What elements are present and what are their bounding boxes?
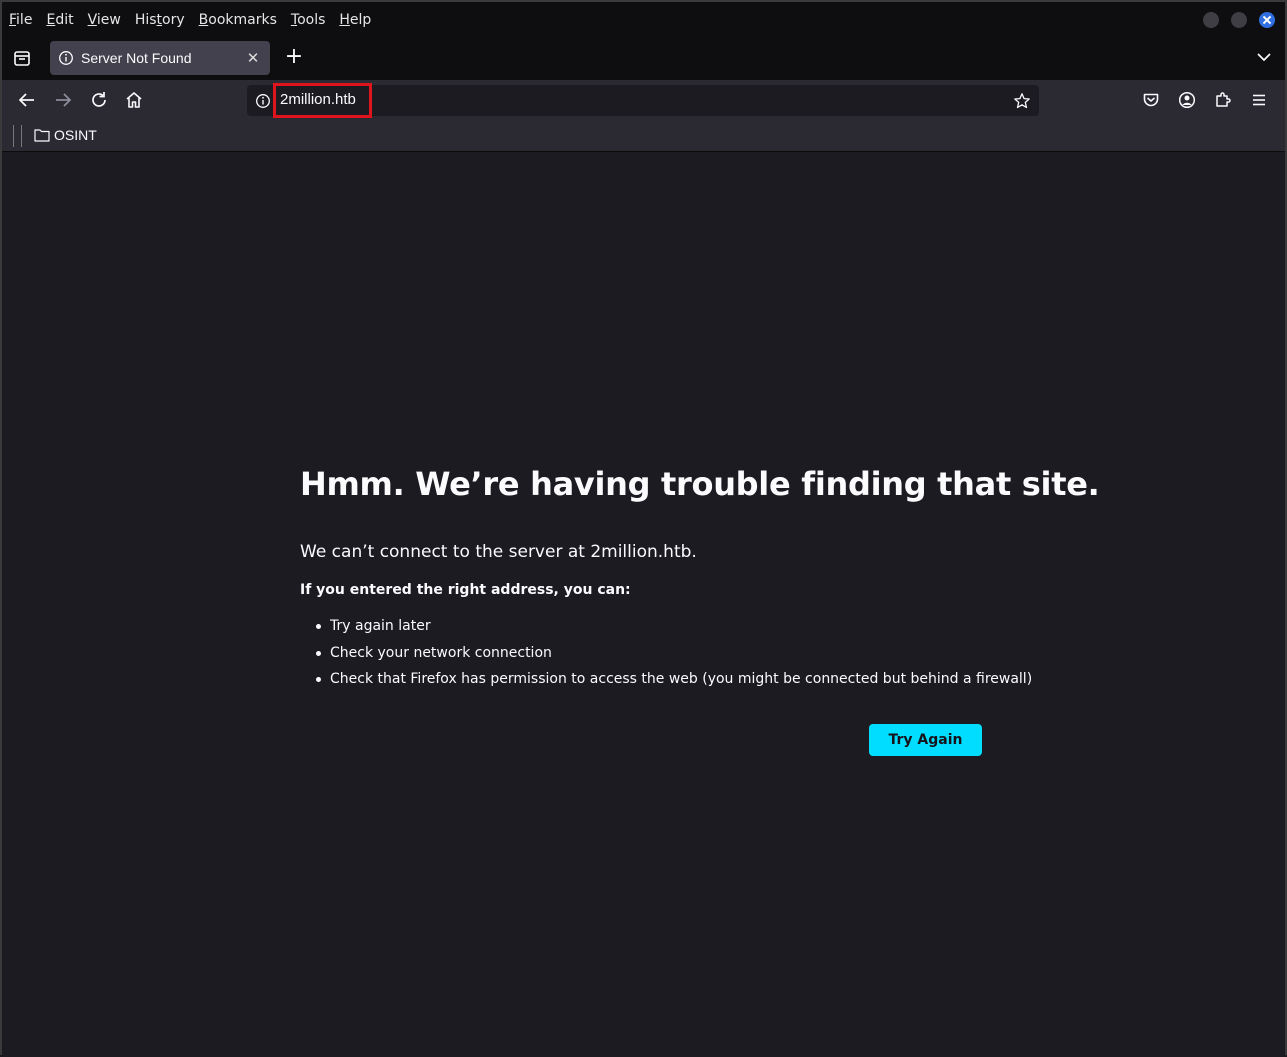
firefox-view-icon[interactable] [12,48,32,68]
home-icon[interactable] [124,90,144,110]
suggestion-list: Try again later Check your network conne… [316,615,1032,695]
bookmark-folder-osint[interactable]: OSINT [34,127,97,143]
bookmarks-toolbar: OSINT [2,120,1285,152]
browser-window: File Edit View History Bookmarks Tools H… [0,0,1287,1057]
menu-history[interactable]: History [135,12,185,28]
bookmarks-separator [21,125,22,147]
reload-icon[interactable] [89,90,109,110]
info-icon [59,51,73,65]
bookmark-folder-label: OSINT [54,127,97,143]
back-arrow-icon[interactable] [17,90,37,110]
tab-server-not-found[interactable]: Server Not Found ✕ [50,41,270,75]
url-highlight-box [273,83,372,118]
menu-bar: File Edit View History Bookmarks Tools H… [2,2,1285,38]
try-again-button[interactable]: Try Again [869,724,982,756]
hamburger-menu-icon[interactable] [1249,90,1269,110]
account-icon[interactable] [1177,90,1197,110]
close-tab-icon[interactable]: ✕ [245,50,261,66]
menu-tools[interactable]: Tools [291,12,326,28]
tab-strip: Server Not Found ✕ + [2,38,1285,80]
menu-view[interactable]: View [88,12,121,28]
page-content: Hmm. We’re having trouble finding that s… [2,152,1285,1057]
forward-arrow-icon[interactable] [53,90,73,110]
new-tab-button[interactable]: + [283,46,305,68]
maximize-button[interactable] [1231,12,1247,28]
list-item: Check your network connection [316,642,1032,669]
pocket-icon[interactable] [1141,90,1161,110]
list-all-tabs-icon[interactable] [1255,48,1273,66]
menu-bookmarks[interactable]: Bookmarks [199,12,277,28]
list-item: Try again later [316,615,1032,642]
bookmark-star-icon[interactable] [1013,92,1031,110]
tab-title: Server Not Found [81,50,192,66]
folder-icon [34,129,50,142]
bookmarks-separator [13,125,14,147]
close-window-button[interactable] [1259,12,1275,28]
navigation-toolbar: 2million.htb [2,80,1285,120]
menu-help[interactable]: Help [339,12,371,28]
site-info-icon[interactable] [255,93,271,109]
minimize-button[interactable] [1203,12,1219,28]
menu-edit[interactable]: Edit [46,12,73,28]
error-subtitle: If you entered the right address, you ca… [300,582,631,598]
error-description: We can’t connect to the server at 2milli… [300,542,697,562]
window-controls [1203,12,1275,28]
url-bar[interactable]: 2million.htb [247,83,1039,118]
extensions-icon[interactable] [1213,90,1233,110]
menu-file[interactable]: File [9,12,32,28]
list-item: Check that Firefox has permission to acc… [316,668,1032,695]
error-title: Hmm. We’re having trouble finding that s… [300,465,1100,503]
